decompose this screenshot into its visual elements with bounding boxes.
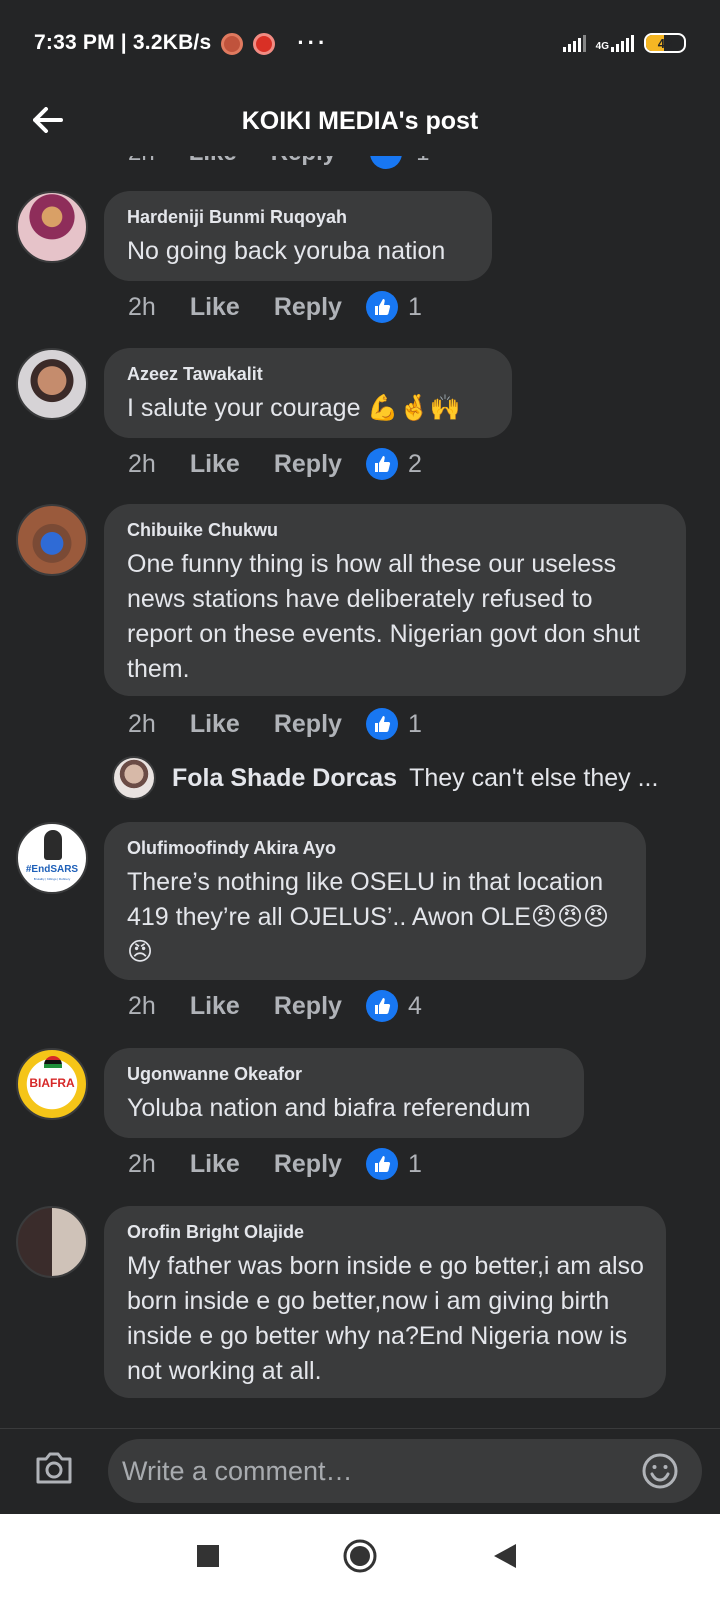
comment-time: 2h: [128, 449, 156, 478]
comment-text: I salute your courage 💪🤞🙌: [127, 394, 461, 422]
like-button[interactable]: Like: [190, 710, 240, 739]
app-header: KOIKI MEDIA's post: [0, 86, 720, 156]
like-reaction-icon: [365, 708, 398, 740]
comment-time: 2h: [128, 709, 156, 738]
status-bar: 7:33 PM | 3.2KB/s ··· 4G 48: [0, 0, 720, 86]
nav-back-button[interactable]: [492, 1542, 518, 1575]
like-button[interactable]: Like: [190, 992, 240, 1021]
reaction-count: 2: [407, 449, 422, 478]
comment-actions: 2h Like Reply 4: [128, 988, 422, 1024]
comment-text: There’s nothing like OSELU in that locat…: [127, 868, 610, 966]
more-notifications-icon: ···: [297, 30, 329, 55]
like-reaction-icon: [365, 291, 398, 323]
avatar[interactable]: [16, 348, 88, 420]
endsars-sublabel: Brutality | Killings | Robbery: [33, 877, 71, 881]
comment-actions: 2h Like Reply 1: [128, 1146, 422, 1182]
comment-composer: [0, 1428, 720, 1514]
comment-author[interactable]: Chibuike Chukwu: [127, 520, 664, 541]
emoji-button[interactable]: [641, 1452, 679, 1490]
comment-bubble[interactable]: Azeez Tawakalit I salute your courage 💪🤞…: [104, 348, 512, 438]
reply-author[interactable]: Fola Shade Dorcas: [172, 764, 397, 793]
comment-author[interactable]: Olufimoofindy Akira Ayo: [127, 838, 624, 859]
signal-icon: [562, 34, 586, 52]
reply-button[interactable]: Reply: [274, 710, 342, 739]
battery-icon: 48: [644, 33, 686, 53]
status-time-speed: 7:33 PM | 3.2KB/s: [34, 31, 212, 54]
like-reaction-icon: [365, 1148, 398, 1180]
comment-time: 2h: [128, 1149, 156, 1178]
comment-author[interactable]: Orofin Bright Olajide: [127, 1222, 644, 1243]
reply-button[interactable]: Reply: [271, 156, 336, 167]
circle-icon: [343, 1539, 377, 1573]
reply-preview[interactable]: Fola Shade Dorcas They can't else they .…: [112, 756, 658, 800]
like-button[interactable]: Like: [189, 156, 237, 167]
like-button[interactable]: Like: [190, 1150, 240, 1179]
biafra-label: BIAFRA: [29, 1076, 75, 1090]
comment-author[interactable]: Azeez Tawakalit: [127, 364, 490, 385]
like-button[interactable]: Like: [190, 293, 240, 322]
comment-bubble[interactable]: Orofin Bright Olajide My father was born…: [104, 1206, 666, 1398]
page-title: KOIKI MEDIA's post: [241, 106, 479, 135]
avatar[interactable]: [16, 504, 88, 576]
comment-text: No going back yoruba nation: [127, 237, 446, 265]
reply-text: They can't else they ...: [409, 763, 659, 792]
reply-avatar: [112, 756, 156, 800]
comment-time: 2h: [128, 156, 155, 167]
square-icon: [197, 1545, 219, 1567]
reply-button[interactable]: Reply: [274, 293, 342, 322]
battery-level: 48: [657, 35, 673, 51]
partial-action-row: 2h Like Reply 1: [128, 156, 429, 169]
arrow-left-icon: [33, 107, 63, 133]
comment-text: One funny thing is how all these our use…: [127, 550, 640, 683]
comment-actions: 2h Like Reply 1: [128, 289, 422, 325]
like-button[interactable]: Like: [190, 450, 240, 479]
like-reaction-icon: [365, 990, 398, 1022]
network-type: 4G: [595, 41, 609, 52]
comment-bubble[interactable]: Hardeniji Bunmi Ruqoyah No going back yo…: [104, 191, 492, 281]
comment-actions: 2h Like Reply 1: [128, 706, 422, 742]
comment-author[interactable]: Ugonwanne Okeafor: [127, 1064, 562, 1085]
comment-time: 2h: [128, 991, 156, 1020]
comment-text: Yoluba nation and biafra referendum: [127, 1094, 531, 1122]
system-nav-bar: [0, 1514, 720, 1600]
biafra-emblem: [44, 1056, 62, 1068]
avatar[interactable]: [16, 1206, 88, 1278]
notification-app-icon: [221, 33, 244, 55]
reply-button[interactable]: Reply: [274, 1150, 342, 1179]
reaction-count: 1: [407, 292, 422, 321]
avatar[interactable]: #EndSARS Brutality | Killings | Robbery: [16, 822, 88, 894]
avatar[interactable]: BIAFRA: [16, 1048, 88, 1120]
endsars-label: #EndSARS: [25, 864, 79, 875]
reaction-count: 4: [407, 991, 422, 1020]
comment-actions: 2h Like Reply 2: [128, 446, 422, 482]
reply-button[interactable]: Reply: [274, 450, 342, 479]
smiley-icon: [642, 1453, 678, 1489]
recents-button[interactable]: [196, 1544, 220, 1573]
avatar-figure: [44, 830, 62, 860]
comment-bubble[interactable]: Olufimoofindy Akira Ayo There’s nothing …: [104, 822, 646, 980]
reaction-count: 1: [416, 156, 429, 167]
status-right: 4G 48: [562, 33, 686, 53]
comment-bubble[interactable]: Chibuike Chukwu One funny thing is how a…: [104, 504, 686, 696]
like-reaction-icon: [370, 156, 403, 169]
signal-4g-icon: 4G: [596, 34, 634, 52]
comment-input[interactable]: [108, 1439, 702, 1503]
comment-time: 2h: [128, 292, 156, 321]
camera-icon: [36, 1452, 72, 1484]
reply-button[interactable]: Reply: [274, 992, 342, 1021]
like-reaction-icon: [365, 448, 398, 480]
back-button[interactable]: [28, 100, 68, 140]
screen: 7:33 PM | 3.2KB/s ··· 4G 48 KOIKI MEDIA'…: [0, 0, 720, 1600]
comment-feed[interactable]: 2h Like Reply 1 Hardeniji Bunmi Ruqoyah …: [0, 156, 720, 1428]
comment-author[interactable]: Hardeniji Bunmi Ruqoyah: [127, 207, 470, 228]
comment-bubble[interactable]: Ugonwanne Okeafor Yoluba nation and biaf…: [104, 1048, 584, 1138]
avatar[interactable]: [16, 191, 88, 263]
home-button[interactable]: [342, 1538, 378, 1579]
camera-button[interactable]: [34, 1451, 78, 1491]
comment-text: My father was born inside e go better,i …: [127, 1252, 644, 1385]
reaction-count: 1: [407, 1149, 422, 1178]
reaction-count: 1: [407, 709, 422, 738]
triangle-back-icon: [494, 1544, 516, 1568]
notification-app-icon-2: [253, 33, 276, 55]
